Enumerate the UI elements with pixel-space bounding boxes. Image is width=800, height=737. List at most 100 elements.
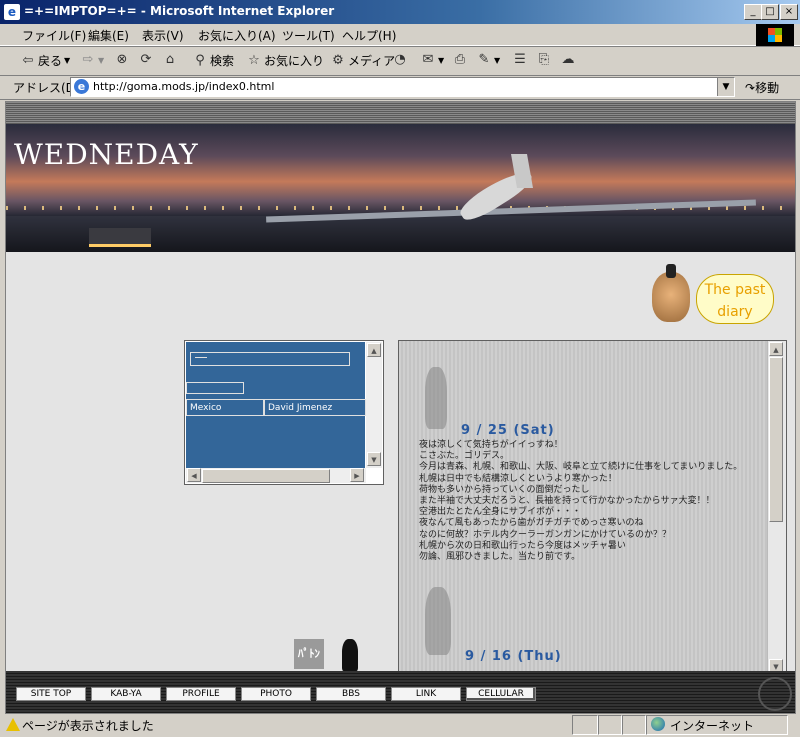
discuss-button[interactable]: ☰: [512, 52, 528, 68]
past-diary-line1: The past: [704, 282, 766, 298]
address-input[interactable]: e http://goma.mods.jp/index0.html ▼: [70, 77, 735, 97]
nav-bbs[interactable]: BBS: [316, 687, 386, 701]
link-frame-body: Mexico David Jimenez: [186, 342, 366, 468]
mascot-face-icon[interactable]: [652, 264, 690, 322]
stop-icon: ⊗: [116, 52, 128, 67]
nav-link[interactable]: LINK: [391, 687, 461, 701]
diary-scroll-thumb[interactable]: [769, 357, 783, 522]
search-icon: ⚲: [195, 52, 205, 68]
nav-photo[interactable]: PHOTO: [241, 687, 311, 701]
menu-tools[interactable]: ツール(T): [282, 27, 335, 44]
header-banner: WEDNEDAY: [6, 124, 795, 252]
minimize-button[interactable]: _: [744, 4, 762, 20]
link-frame[interactable]: Mexico David Jimenez ▲ ▼ ◀ ▶: [184, 340, 384, 485]
diary-line: 空港出たとたん全身にサブイボが・・・: [419, 507, 582, 518]
home-button[interactable]: ⌂: [162, 52, 178, 68]
history-button[interactable]: ◔: [392, 52, 408, 68]
refresh-button[interactable]: ⟳: [138, 52, 154, 68]
mail-dropdown-icon[interactable]: ▼: [438, 56, 444, 65]
bottom-logo[interactable]: ﾊﾟﾄﾝ: [294, 639, 324, 669]
past-diary-line2: diary: [717, 304, 753, 320]
airport-bus: [89, 228, 151, 247]
diary-line: なのに何故？ホテル内クーラーガンガンにかけているのか？？: [419, 529, 672, 540]
scroll-right-icon[interactable]: ▶: [350, 468, 364, 482]
diary-line: また半袖で大丈夫だろうと、長袖を持って行かなかったからサァ大変！！: [419, 496, 715, 507]
diary-line: 夜は涼しくて気持ちがイイっすね！: [419, 440, 563, 450]
window-title: =+=IMPTOP=+= - Microsoft Internet Explor…: [24, 4, 335, 18]
status-pane: [622, 715, 646, 735]
mail-button[interactable]: ✉ ▼: [420, 52, 445, 68]
menu-help[interactable]: ヘルプ(H): [342, 27, 396, 44]
nav-cellular[interactable]: CELLULAR: [466, 687, 536, 701]
menu-view[interactable]: 表示(V): [142, 27, 184, 44]
favorites-button[interactable]: ☆ お気に入り: [246, 52, 324, 69]
diary-line: 札幌は日中でも結構涼しくというより寒かった！: [419, 473, 617, 484]
favorites-icon: ☆: [248, 52, 260, 68]
zone-label: インターネット: [670, 719, 755, 733]
diary-line: 今月は青森、札幌、和歌山、大阪、岐阜と立て続けに仕事をしてまいりました。: [419, 462, 743, 473]
menu-favorites[interactable]: お気に入り(A): [198, 27, 276, 44]
frame-vertical-scrollbar[interactable]: ▲ ▼: [366, 342, 382, 468]
menu-bar: ファイル(F) 編集(E) 表示(V) お気に入り(A) ツール(T) ヘルプ(…: [0, 24, 800, 46]
address-dropdown-icon[interactable]: ▼: [717, 78, 734, 96]
messenger-button[interactable]: ☁: [560, 52, 576, 68]
mail-icon: ✉: [422, 52, 434, 67]
table-cell-country[interactable]: Mexico: [186, 399, 264, 416]
diary-line: 夜なんて風もあったから歯がガチガチでめっさ寒いのね: [419, 518, 644, 529]
media-button[interactable]: ⚙ メディア: [330, 52, 395, 69]
diary-frame[interactable]: 9 / 25 (Sat) 夜は涼しくて気持ちがイイっすね！ こさぶた。ゴリデス。…: [398, 340, 787, 677]
diary-line: 勿論、風邪ひきました。当たり前です。: [419, 552, 581, 563]
back-button[interactable]: ⇦ 戻る ▼: [20, 52, 71, 69]
close-button[interactable]: ×: [780, 4, 798, 20]
print-button[interactable]: ⎙: [452, 52, 468, 68]
nav-site-top[interactable]: SITE TOP: [16, 687, 86, 701]
menu-edit[interactable]: 編集(E): [88, 27, 129, 44]
frame-horizontal-scrollbar[interactable]: ◀ ▶: [186, 468, 366, 483]
maximize-button[interactable]: □: [761, 4, 779, 20]
internet-zone-icon: [651, 717, 665, 731]
back-label: 戻る: [38, 54, 63, 68]
edit-icon: ✎: [478, 52, 490, 67]
edit-button[interactable]: ✎ ▼: [476, 52, 501, 68]
search-button[interactable]: ⚲ 検索: [192, 52, 234, 69]
menu-file[interactable]: ファイル(F): [22, 27, 86, 44]
nav-profile[interactable]: PROFILE: [166, 687, 236, 701]
warning-icon: [6, 718, 20, 731]
refresh-icon: ⟳: [140, 52, 152, 67]
media-icon: ⚙: [332, 52, 344, 68]
address-bar: アドレス(D) e http://goma.mods.jp/index0.htm…: [0, 75, 800, 100]
status-message: ページが表示されました: [22, 719, 154, 733]
diary-line: 荷物も多いから持っていくの面倒だったし: [419, 484, 590, 495]
scroll-down-icon[interactable]: ▼: [367, 452, 381, 466]
figure-silhouette-icon: [425, 587, 451, 655]
research-button[interactable]: ⎘: [536, 52, 552, 68]
scroll-up-icon[interactable]: ▲: [367, 343, 381, 357]
horizontal-scroll-thumb[interactable]: [202, 469, 330, 483]
status-bar: ページが表示されました インターネット: [0, 713, 800, 737]
edit-dropdown-icon[interactable]: ▼: [494, 56, 500, 65]
forward-arrow-icon: ⇨: [82, 52, 94, 67]
back-arrow-icon: ⇦: [22, 52, 34, 68]
diary-date: 9 / 16 (Thu): [465, 649, 562, 664]
past-diary-link[interactable]: The past diary: [696, 274, 774, 324]
messenger-icon: ☁: [561, 52, 575, 67]
diary-scroll-up-icon[interactable]: ▲: [769, 342, 783, 356]
frame-input-bar: [190, 352, 350, 366]
go-button[interactable]: ↷移動: [745, 79, 779, 96]
table-cell-name[interactable]: David Jimenez: [264, 399, 366, 416]
stop-button[interactable]: ⊗: [114, 52, 130, 68]
site-title: WEDNEDAY: [14, 138, 199, 171]
scroll-left-icon[interactable]: ◀: [187, 468, 201, 482]
discuss-icon: ☰: [514, 52, 526, 67]
address-url[interactable]: http://goma.mods.jp/index0.html: [93, 80, 274, 93]
forward-button[interactable]: ⇨ ▼: [80, 52, 105, 68]
back-dropdown-icon[interactable]: ▼: [64, 56, 70, 65]
status-pane: [572, 715, 598, 735]
windows-logo-icon: [756, 24, 794, 46]
frame-input-small: [186, 382, 244, 394]
walking-figure-icon: [342, 639, 358, 671]
forward-dropdown-icon[interactable]: ▼: [98, 56, 104, 65]
go-label: 移動: [755, 81, 780, 95]
nav-kab-ya[interactable]: KAB-YA: [91, 687, 161, 701]
status-pane: [598, 715, 622, 735]
